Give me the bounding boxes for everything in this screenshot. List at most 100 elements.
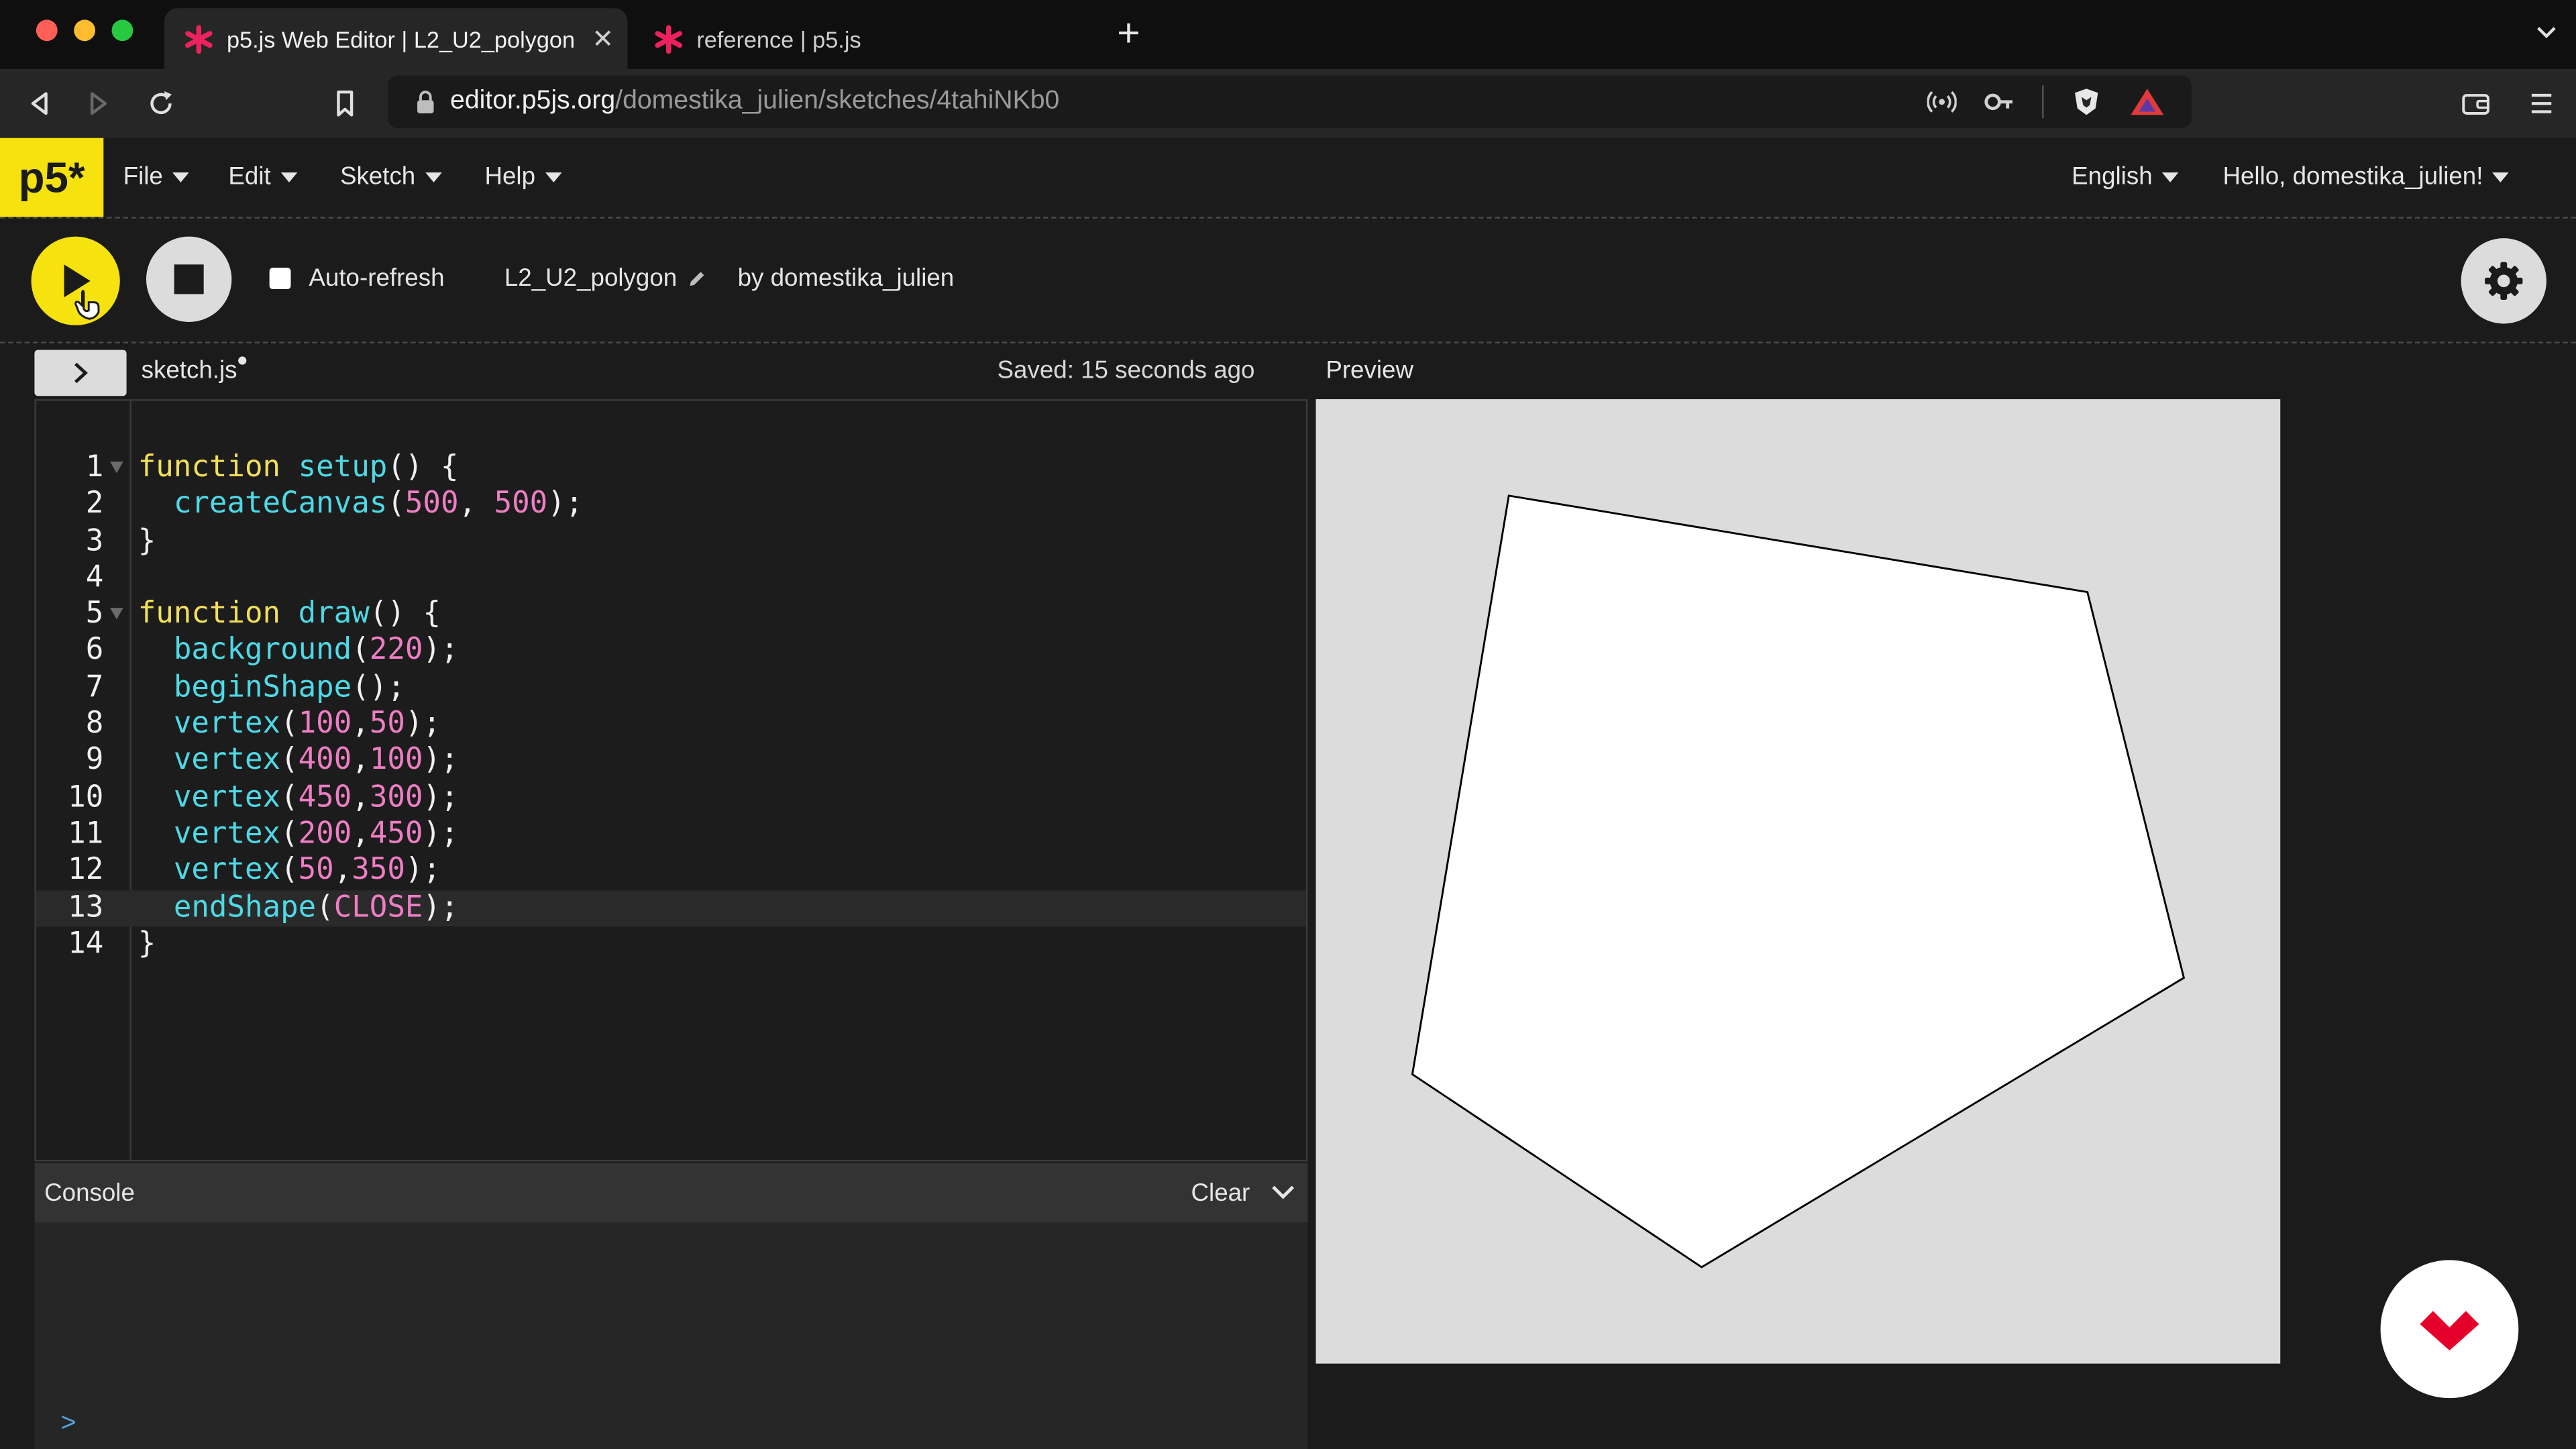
chevron-down-icon — [2162, 171, 2179, 182]
code-line[interactable]: 8 vertex(100,50); — [36, 706, 1306, 743]
play-icon — [64, 264, 100, 320]
code-line[interactable]: 9 vertex(400,100); — [36, 743, 1306, 780]
language-menu[interactable]: English — [2072, 162, 2179, 191]
menu-label: Edit — [228, 162, 271, 191]
console-clear-button[interactable]: Clear — [1191, 1179, 1250, 1208]
chevron-down-icon — [280, 171, 297, 182]
code-line[interactable]: 2 createCanvas(500, 500); — [36, 487, 1306, 524]
minimize-window-button[interactable] — [74, 19, 96, 42]
bookmark-icon[interactable] — [329, 87, 362, 120]
back-icon[interactable] — [23, 87, 56, 120]
menu-icon[interactable] — [2525, 87, 2558, 120]
line-number: 6 — [85, 633, 104, 668]
menu-sketch[interactable]: Sketch — [339, 162, 442, 191]
menu-label: Sketch — [339, 162, 416, 191]
close-window-button[interactable] — [36, 19, 58, 42]
p5-logo-text: p5* — [18, 152, 85, 202]
code-line[interactable]: 4 — [36, 560, 1306, 597]
code-line[interactable]: 1 function setup() { — [36, 450, 1306, 487]
preview-label: Preview — [1326, 356, 1414, 385]
p5-asterisk-icon — [655, 24, 683, 53]
sketch-name-text: L2_U2_polygon — [504, 264, 678, 292]
code-text: vertex(450,300); — [173, 780, 459, 814]
brave-rewards-icon[interactable] — [2129, 85, 2165, 118]
preview-canvas[interactable] — [1316, 399, 2281, 1364]
language-label: English — [2072, 162, 2153, 191]
chevron-down-icon[interactable] — [2533, 19, 2559, 46]
chevron-down-icon[interactable] — [1270, 1181, 1296, 1204]
reload-icon[interactable] — [145, 87, 178, 120]
line-number: 1 — [85, 450, 104, 485]
pencil-icon[interactable] — [687, 268, 706, 288]
code-line[interactable]: 14} — [36, 926, 1306, 963]
line-number: 13 — [68, 890, 104, 924]
code-lines: 1 function setup() {2 createCanvas(500, 5… — [36, 450, 1306, 963]
wallet-icon[interactable] — [2459, 87, 2492, 120]
tab-title: p5.js Web Editor | L2_U2_polygon — [226, 25, 576, 52]
code-text: endShape(CLOSE); — [173, 890, 459, 924]
console-header: Console Clear — [34, 1163, 1308, 1223]
line-number: 8 — [85, 706, 104, 741]
maximize-window-button[interactable] — [111, 19, 133, 42]
chevron-right-icon — [74, 362, 88, 384]
chevron-down-icon — [425, 171, 442, 182]
sketch-name[interactable]: L2_U2_polygon — [504, 264, 706, 292]
address-bar-icons — [1927, 85, 2165, 119]
brave-shield-icon[interactable] — [2070, 85, 2103, 118]
user-menu[interactable]: Hello, domestika_julien! — [2222, 162, 2510, 191]
code-line[interactable]: 7 beginShape(); — [36, 670, 1306, 707]
tab-reference[interactable]: reference | p5.js — [634, 8, 1087, 69]
fold-arrow-icon[interactable] — [110, 462, 123, 474]
code-line[interactable]: 6 background(220); — [36, 633, 1306, 670]
chevron-down-icon — [2493, 171, 2510, 182]
code-line[interactable]: 13 endShape(CLOSE); — [36, 890, 1306, 926]
menu-edit[interactable]: Edit — [228, 162, 297, 191]
console-prompt[interactable]: > — [61, 1409, 76, 1439]
auto-refresh-label: Auto-refresh — [309, 264, 445, 292]
tab-p5-editor[interactable]: p5.js Web Editor | L2_U2_polygon ✕ — [164, 8, 628, 69]
sidebar-toggle-button[interactable] — [34, 350, 127, 396]
sketch-author: by domestika_julien — [737, 264, 955, 292]
stop-button[interactable] — [146, 236, 232, 323]
new-tab-button[interactable]: + — [1111, 12, 1147, 56]
menu-help[interactable]: Help — [484, 162, 562, 191]
divider — [2042, 85, 2044, 119]
gear-icon — [2485, 262, 2523, 300]
code-line[interactable]: 10 vertex(450,300); — [36, 780, 1306, 816]
tab-close-icon[interactable]: ✕ — [585, 22, 621, 55]
code-text: vertex(400,100); — [173, 743, 459, 778]
p5-navbar: p5* File Edit Sketch Help English Hello,… — [0, 138, 2576, 219]
code-text: createCanvas(500, 500); — [173, 486, 584, 522]
line-number: 7 — [85, 669, 104, 705]
console-title: Console — [44, 1179, 135, 1208]
p5-logo[interactable]: p5* — [0, 138, 104, 217]
menu-label: Help — [484, 162, 536, 191]
line-number: 9 — [85, 743, 104, 778]
code-text: function setup() { — [138, 450, 459, 485]
settings-button[interactable] — [2461, 238, 2546, 324]
code-editor[interactable]: 1 function setup() {2 createCanvas(500, 5… — [34, 399, 1308, 1162]
url-path: /domestika_julien/sketches/4tahiNKb0 — [615, 87, 1060, 115]
code-text: } — [138, 523, 156, 558]
stop-icon — [174, 264, 204, 294]
code-text: vertex(50,350); — [173, 853, 441, 888]
code-line[interactable]: 11 vertex(200,450); — [36, 816, 1306, 853]
fold-arrow-icon[interactable] — [110, 608, 123, 620]
forward-icon[interactable] — [82, 87, 115, 120]
url-host: editor.p5js.org — [450, 87, 616, 115]
play-button[interactable] — [31, 236, 120, 325]
console-panel: Console Clear > — [34, 1163, 1308, 1449]
broadcast-icon[interactable] — [1927, 87, 1957, 117]
address-bar[interactable]: editor.p5js.org/domestika_julien/sketche… — [387, 75, 2192, 129]
code-line[interactable]: 3} — [36, 523, 1306, 560]
menu-file[interactable]: File — [123, 162, 190, 191]
auto-refresh-checkbox[interactable] — [269, 268, 291, 290]
file-tab[interactable]: sketch.js — [142, 356, 248, 384]
key-icon[interactable] — [1983, 87, 2016, 117]
code-text: } — [138, 926, 156, 961]
code-text: background(220); — [173, 633, 459, 668]
line-number: 4 — [85, 559, 104, 595]
file-bar: sketch.js Saved: 15 seconds ago — [0, 343, 1314, 399]
code-line[interactable]: 12 vertex(50,350); — [36, 853, 1306, 890]
code-line[interactable]: 5 function draw() { — [36, 596, 1306, 633]
